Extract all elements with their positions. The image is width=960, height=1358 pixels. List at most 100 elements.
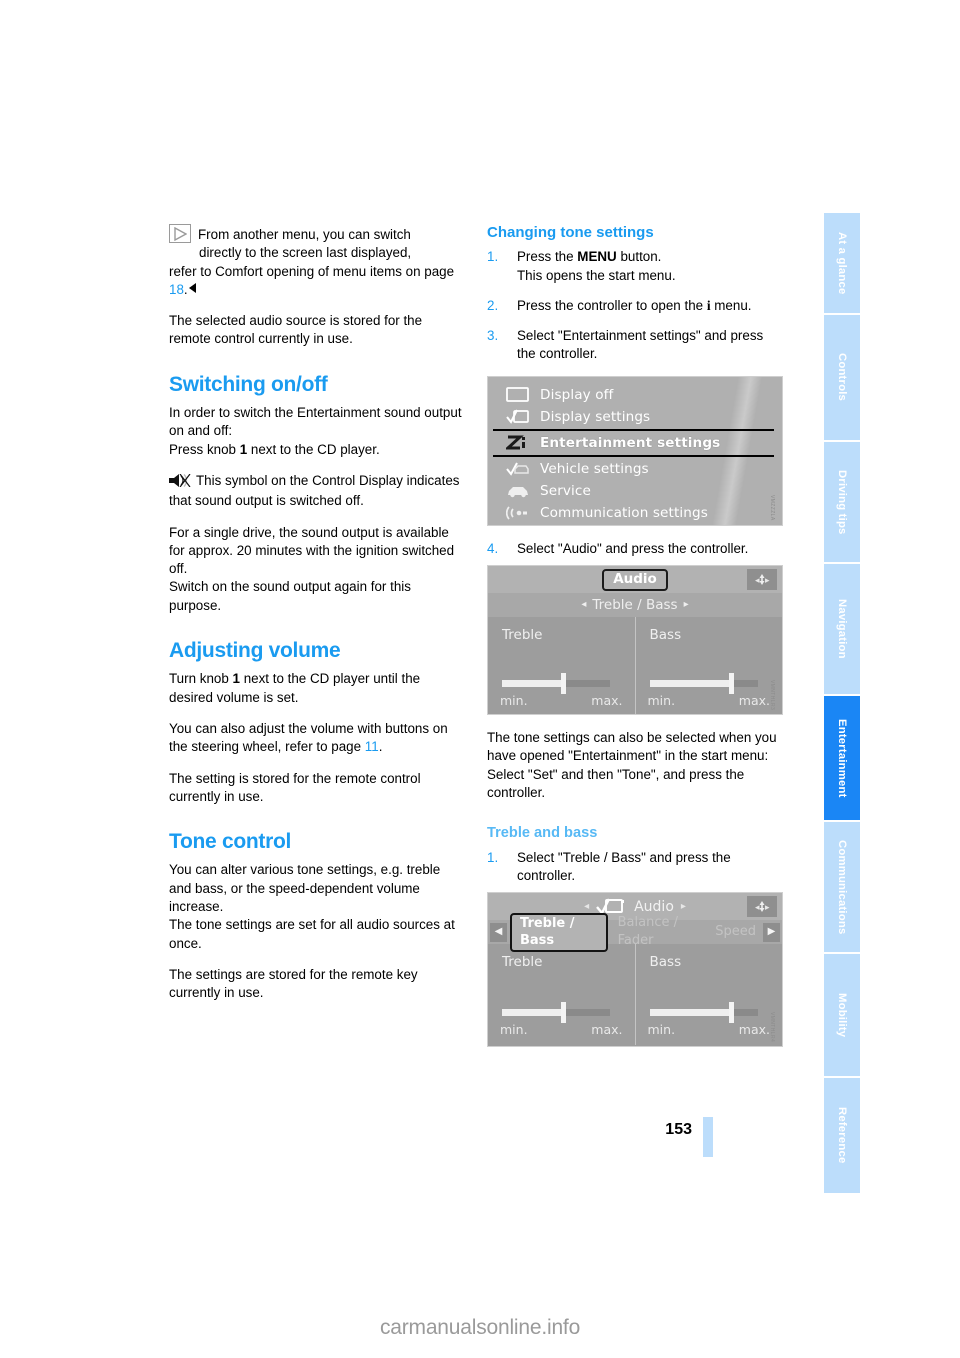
steps-list-top: 1. Press the MENU button. This opens the… xyxy=(487,248,783,363)
para-all-audio-sources: The tone settings are set for all audio … xyxy=(169,917,455,951)
site-watermark: carmanualsonline.info xyxy=(379,1316,581,1339)
service-icon xyxy=(506,483,540,499)
step-1-number: 1. xyxy=(487,249,499,265)
para-tone-also-selected: The tone settings can also be selected w… xyxy=(487,730,777,764)
steering-prefix: You can also adjust the volume with butt… xyxy=(169,720,448,755)
pane-label: Treble xyxy=(502,954,543,971)
step-1-line-2: This opens the start menu. xyxy=(517,267,676,283)
rail-label: Controls xyxy=(836,353,848,402)
page-number: 153 xyxy=(665,1121,692,1138)
rail-label: Entertainment xyxy=(836,718,848,798)
step-treble-1: 1. Select "Treble / Bass" and press the … xyxy=(487,849,783,886)
left-text-column: From another menu, you can switch direct… xyxy=(169,224,465,1016)
display-settings-icon xyxy=(506,409,540,425)
step-2: 2. Press the controller to open the i me… xyxy=(487,297,783,315)
mute-speaker-icon xyxy=(169,473,193,492)
steps-list-step4: 4. Select "Audio" and press the controll… xyxy=(487,540,783,558)
sidebar-item-at-a-glance[interactable]: At a glance xyxy=(824,213,860,313)
page-reference-11[interactable]: 11 xyxy=(365,739,379,754)
menu-item-communication-settings[interactable]: Communication settings xyxy=(488,502,782,524)
menu-label: Vehicle settings xyxy=(540,460,649,477)
step-2-number: 2. xyxy=(487,297,499,313)
menu-item-display-off[interactable]: Display off xyxy=(488,384,782,406)
svg-text:▸: ▸ xyxy=(765,903,770,913)
step-3-number: 3. xyxy=(487,328,499,344)
page-number-bar xyxy=(703,1117,713,1157)
bass-slider[interactable] xyxy=(649,1002,758,1024)
page-reference-18[interactable]: 18 xyxy=(169,282,184,297)
treble-slider[interactable] xyxy=(502,673,610,695)
rail-label: Driving tips xyxy=(836,469,848,535)
menu-label: Entertainment settings xyxy=(540,434,721,451)
bass-slider[interactable] xyxy=(649,673,758,695)
para-steering-wheel-volume: You can also adjust the volume with butt… xyxy=(169,720,465,757)
tab-speed[interactable]: Speed xyxy=(708,923,763,941)
sidebar-item-entertainment[interactable]: Entertainment xyxy=(824,696,860,820)
turn-knob-prefix: Turn knob xyxy=(169,671,233,687)
up-down-icon[interactable]: ◂ ▸ xyxy=(747,569,777,591)
note-line-1: From another menu, you can switch xyxy=(198,227,411,242)
vehicle-settings-icon xyxy=(506,461,540,477)
communication-settings-icon xyxy=(506,505,540,521)
sidebar-item-communications[interactable]: Communications xyxy=(824,822,860,952)
screenshot-start-menu: Display off Display settings Entertainme… xyxy=(487,375,783,526)
para-remote-key-stored: The settings are stored for the remote k… xyxy=(169,966,418,1001)
para-mute-symbol: This symbol on the Control Display indic… xyxy=(169,472,465,511)
scroll-left-button[interactable]: ◀ xyxy=(490,922,507,942)
display-off-icon xyxy=(506,386,540,403)
para-select-set-tone: Select "Set" and then "Tone", and press … xyxy=(487,766,745,800)
sidebar-item-navigation[interactable]: Navigation xyxy=(824,564,860,694)
up-down-icon[interactable]: ◂ ▸ xyxy=(747,896,777,918)
menu-item-vehicle-settings[interactable]: Vehicle settings xyxy=(488,458,782,480)
treble-scale: min. max. xyxy=(500,692,623,710)
step-2-text-a: Press the controller to open the xyxy=(517,297,707,313)
scale-min: min. xyxy=(500,1021,528,1037)
prev-arrow-icon[interactable]: ◂ xyxy=(581,596,586,614)
step-1: 1. Press the MENU button. This opens the… xyxy=(487,248,783,285)
para-single-drive: For a single drive, the sound output is … xyxy=(169,524,455,577)
step-treble-text: Select "Treble / Bass" and press the con… xyxy=(517,849,731,883)
para-alter-tone-settings: You can alter various tone settings, e.g… xyxy=(169,862,441,915)
sidebar-item-reference[interactable]: Reference xyxy=(824,1078,860,1193)
scale-min: min. xyxy=(647,692,676,708)
menu-item-service[interactable]: Service xyxy=(488,480,782,502)
scroll-right-button[interactable]: ▶ xyxy=(763,922,780,942)
step-1-text-a: Press the xyxy=(517,249,578,265)
para-switch-intro: In order to switch the Entertainment sou… xyxy=(169,405,462,439)
step-2-text-b: menu. xyxy=(710,297,752,313)
heading-treble-and-bass: Treble and bass xyxy=(487,825,598,842)
figure-id-code: VMNTHLR4 xyxy=(769,1012,775,1043)
audio-title[interactable]: Audio xyxy=(602,568,668,591)
menu-label: Display off xyxy=(540,386,614,403)
pane-label: Treble xyxy=(502,627,543,644)
sidebar-item-driving-tips[interactable]: Driving tips xyxy=(824,442,860,562)
menu-label: Display settings xyxy=(540,408,651,425)
press-knob-prefix: Press knob xyxy=(169,441,240,457)
end-of-note-marker xyxy=(188,282,196,293)
treble-slider[interactable] xyxy=(502,1002,610,1024)
audio-header: Audio ◂ ▸ xyxy=(488,566,782,594)
pane-label: Bass xyxy=(649,954,682,971)
menu-item-entertainment-settings[interactable]: Entertainment settings xyxy=(493,428,774,457)
para-switch-on-again: Switch on the sound output again for thi… xyxy=(169,579,411,613)
note-period: . xyxy=(183,281,188,297)
note-block: From another menu, you can switch direct… xyxy=(169,224,465,299)
audio-tab-strip: ◀ Treble / Bass Balance / Fader Speed ▶ xyxy=(488,912,782,952)
heading-changing-tone-settings: Changing tone settings xyxy=(487,224,654,241)
sidebar-item-mobility[interactable]: Mobility xyxy=(824,954,860,1076)
scale-max: max. xyxy=(591,1021,623,1037)
heading-adjusting-volume: Adjusting volume xyxy=(169,639,341,663)
play-triangle-icon xyxy=(169,224,191,243)
para-press-knob: Press knob 1 next to the CD player. xyxy=(169,441,465,459)
tab-treble-bass[interactable]: Treble / Bass xyxy=(592,596,677,614)
heading-tone-control: Tone control xyxy=(169,830,292,854)
svg-text:◂: ◂ xyxy=(755,576,760,586)
pane-bass: Bass min. max. xyxy=(634,944,783,1046)
step-1-text-b: button. xyxy=(616,249,662,265)
sidebar-item-controls[interactable]: Controls xyxy=(824,315,860,440)
menu-item-display-settings[interactable]: Display settings xyxy=(488,406,782,428)
scale-min: min. xyxy=(500,692,528,708)
step-4: 4. Select "Audio" and press the controll… xyxy=(487,540,783,558)
next-arrow-icon[interactable]: ▸ xyxy=(684,596,689,614)
menu-label: Communication settings xyxy=(540,504,708,521)
